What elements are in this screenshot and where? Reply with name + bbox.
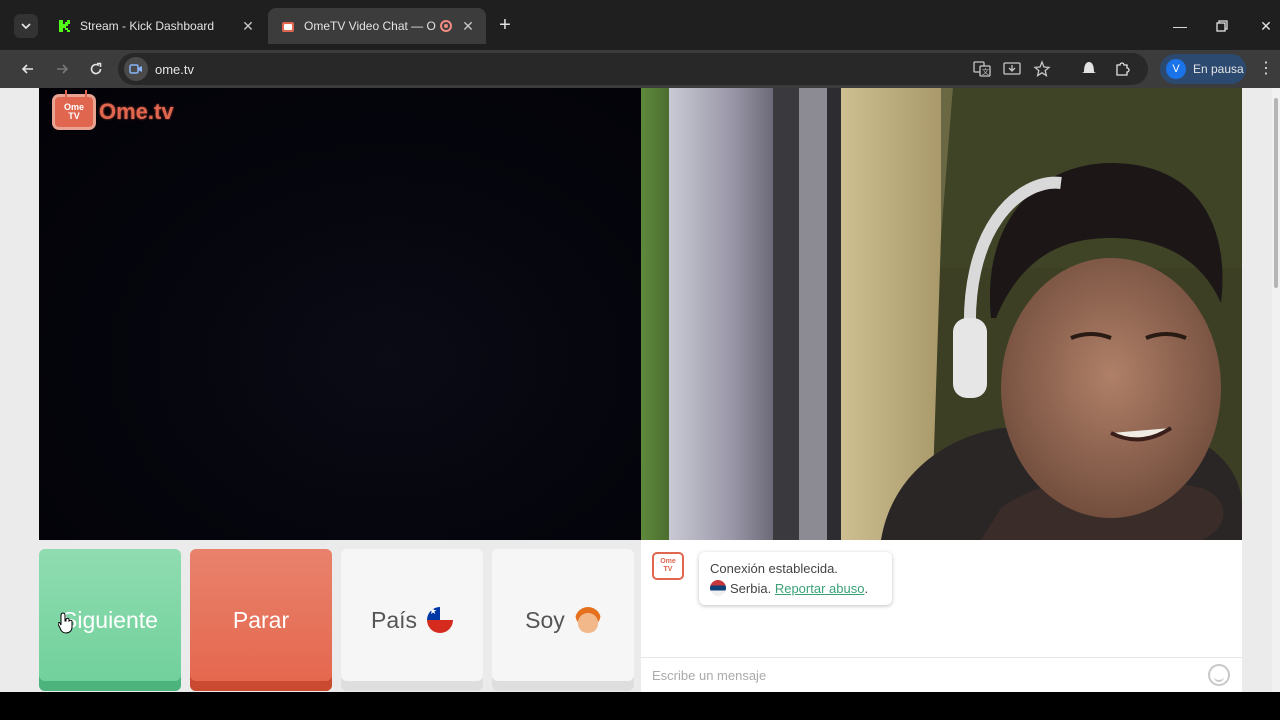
recording-icon <box>440 20 452 32</box>
minimize-icon[interactable]: — <box>1168 14 1192 38</box>
back-icon[interactable] <box>16 57 40 81</box>
stranger-video <box>641 88 1242 540</box>
report-suffix: . <box>864 581 869 596</box>
hand-cursor-icon <box>57 612 74 639</box>
tv-icon: Ome TV <box>52 94 96 130</box>
partner-country: Serbia. <box>730 581 772 596</box>
emoji-icon[interactable] <box>1208 664 1230 686</box>
report-abuse-link[interactable]: Reportar abuso <box>775 581 865 596</box>
message-composer <box>641 657 1242 692</box>
kick-icon <box>56 18 72 34</box>
chile-flag-icon <box>427 607 454 633</box>
site-info-icon[interactable] <box>124 57 148 81</box>
extensions-puzzle-icon[interactable] <box>1114 59 1134 79</box>
reload-icon[interactable] <box>84 57 108 81</box>
next-button-label: Siguiente <box>62 606 158 633</box>
page-scrollbar[interactable] <box>1272 88 1280 692</box>
bookmark-star-icon[interactable] <box>1033 60 1053 80</box>
gender-button[interactable]: Soy <box>492 549 634 691</box>
gender-button-label: Soy <box>525 606 565 633</box>
country-button-label: País <box>370 606 418 633</box>
country-button[interactable]: País <box>341 549 483 691</box>
new-tab-button[interactable]: + <box>494 14 516 36</box>
install-app-icon[interactable] <box>1003 60 1023 80</box>
connection-status: Conexión establecida. <box>710 561 838 576</box>
extension-icon[interactable] <box>1080 59 1100 79</box>
close-tab-icon[interactable]: ✕ <box>240 18 256 34</box>
stop-button[interactable]: Parar <box>190 549 332 691</box>
address-bar[interactable]: ome.tv 文 <box>118 53 1148 85</box>
ometv-icon <box>280 18 296 34</box>
system-message: Conexión establecida. Serbia. Reportar a… <box>699 552 892 605</box>
tab-title: Stream - Kick Dashboard <box>80 19 215 33</box>
chat-logo-line1: Ome <box>660 558 676 565</box>
translate-icon[interactable]: 文 <box>973 60 993 80</box>
serbia-flag-icon <box>710 580 726 596</box>
chevron-down-icon <box>21 23 31 30</box>
ometv-logo[interactable]: Ome TV Ome.tv <box>52 94 174 130</box>
avatar: V <box>1166 59 1186 79</box>
stop-button-label: Parar <box>232 606 290 633</box>
browser-tab-bar: Stream - Kick Dashboard ✕ OmeTV Video Ch… <box>0 0 1280 50</box>
tab-title: OmeTV Video Chat — Ome <box>304 19 436 33</box>
local-video: Ome TV Ome.tv <box>39 88 641 540</box>
tab-search-button[interactable] <box>14 14 38 38</box>
forward-icon[interactable] <box>50 57 74 81</box>
restore-icon[interactable] <box>1210 14 1234 38</box>
url-text: ome.tv <box>155 61 195 77</box>
stranger-video-frame <box>641 88 1242 540</box>
page-content: Ome TV Ome.tv Siguiente Parar País ★ Soy… <box>0 88 1280 692</box>
browser-toolbar: ome.tv 文 V En pausa ⋮ <box>0 50 1280 88</box>
svg-text:文: 文 <box>982 67 989 76</box>
chat-panel: Ome TV Conexión establecida. Serbia. Repo… <box>641 540 1242 692</box>
close-tab-icon[interactable]: ✕ <box>460 18 476 34</box>
scrollbar-thumb[interactable] <box>1274 98 1278 288</box>
close-window-icon[interactable]: ✕ <box>1254 14 1278 38</box>
chat-logo-line2: TV <box>663 566 673 573</box>
logo-text: Ome.tv <box>99 99 174 124</box>
bottom-letterbox <box>0 692 1280 720</box>
profile-status: En pausa <box>1193 62 1244 76</box>
logo-badge-line2: TV <box>68 111 80 121</box>
browser-menu-icon[interactable]: ⋮ <box>1258 57 1274 81</box>
profile-button[interactable]: V En pausa <box>1160 54 1246 84</box>
tab-ometv[interactable]: OmeTV Video Chat — Ome ✕ <box>268 8 486 44</box>
boy-emoji-icon <box>574 607 601 633</box>
ometv-chat-icon: Ome TV <box>652 552 684 580</box>
tab-kick-dashboard[interactable]: Stream - Kick Dashboard ✕ <box>44 8 266 44</box>
message-input[interactable] <box>652 661 1192 689</box>
